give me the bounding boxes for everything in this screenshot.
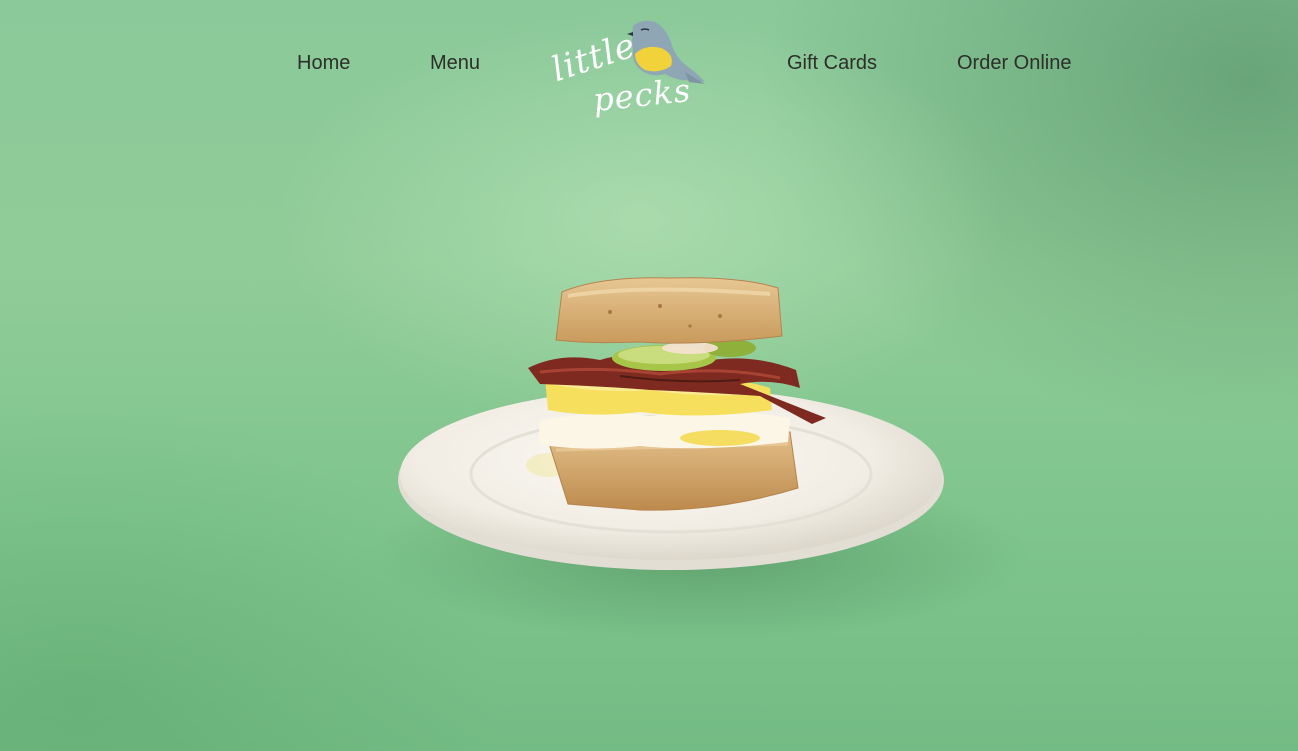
main-navigation: Home Menu little pecks Gift Cards Order … xyxy=(0,0,1298,130)
sandwich xyxy=(526,277,826,511)
nav-link-gift-cards[interactable]: Gift Cards xyxy=(787,52,877,74)
nav-link-order-online[interactable]: Order Online xyxy=(957,52,1072,74)
nav-link-menu[interactable]: Menu xyxy=(430,52,480,74)
little-pecks-logo[interactable]: little pecks xyxy=(547,14,715,132)
nav-link-home[interactable]: Home xyxy=(297,52,350,74)
